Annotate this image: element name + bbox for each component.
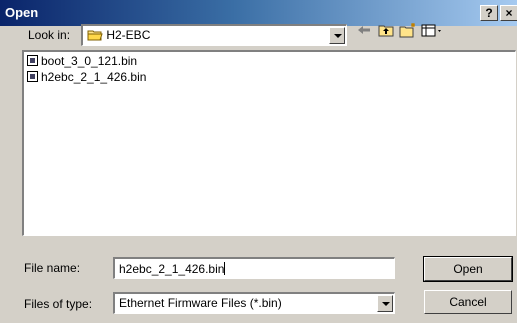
file-type-dropdown-arrow[interactable] <box>377 295 393 312</box>
view-menu-icon[interactable] <box>420 22 446 42</box>
file-type-value: Ethernet Firmware Files (*.bin) <box>119 296 282 310</box>
file-name-label: File name: <box>24 261 81 275</box>
close-button[interactable]: × <box>500 5 517 21</box>
look-in-value: H2-EBC <box>106 28 151 42</box>
new-folder-icon[interactable] <box>398 22 418 42</box>
look-in-label: Look in: <box>28 28 71 42</box>
look-in-dropdown-arrow[interactable] <box>329 27 345 44</box>
file-name-text: h2ebc_2_1_426.bin <box>41 70 147 84</box>
list-item[interactable]: h2ebc_2_1_426.bin <box>27 69 146 85</box>
file-list[interactable]: boot_3_0_121.bin h2ebc_2_1_426.bin <box>22 50 516 236</box>
back-arrow-icon[interactable] <box>354 22 374 42</box>
file-icon <box>27 55 38 66</box>
list-item[interactable]: boot_3_0_121.bin <box>27 53 137 69</box>
open-button[interactable]: Open <box>423 256 513 282</box>
file-name-field[interactable]: h2ebc_2_1_426.bin <box>113 257 395 279</box>
window-title: Open <box>5 5 39 20</box>
look-in-combo[interactable]: H2-EBC <box>81 24 347 46</box>
cancel-button[interactable]: Cancel <box>424 290 512 314</box>
help-button[interactable]: ? <box>480 5 498 21</box>
file-type-combo[interactable]: Ethernet Firmware Files (*.bin) <box>113 292 395 314</box>
up-folder-icon[interactable] <box>376 22 396 42</box>
file-type-label: Files of type: <box>24 297 93 311</box>
open-dialog: Open ? × Look in: H2-EBC boot_3_0_121.bi… <box>0 0 517 323</box>
folder-icon <box>87 30 103 41</box>
file-icon <box>27 71 38 82</box>
text-caret <box>224 262 226 275</box>
file-name-text: boot_3_0_121.bin <box>41 54 138 68</box>
file-name-value: h2ebc_2_1_426.bin <box>119 262 225 276</box>
